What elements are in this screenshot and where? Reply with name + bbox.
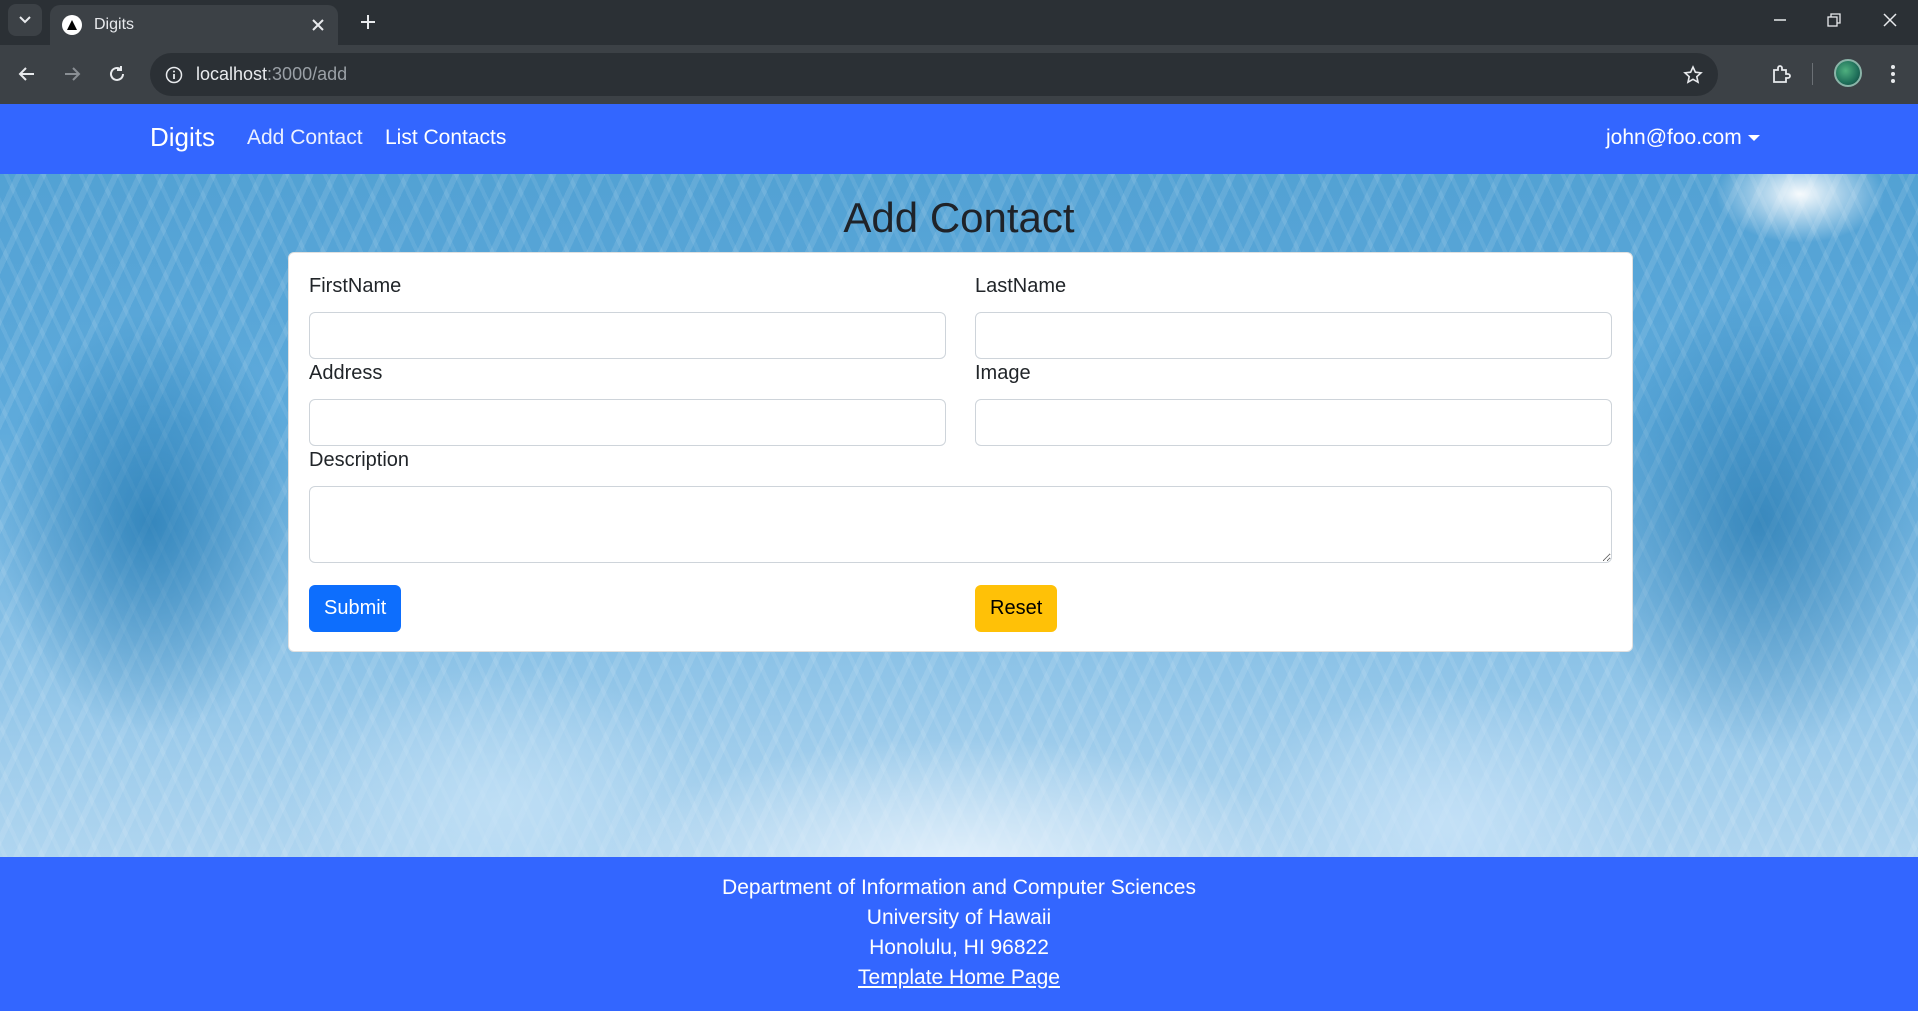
bookmark-star-icon[interactable] — [1678, 60, 1708, 90]
template-home-link[interactable]: Template Home Page — [858, 966, 1060, 989]
nav-add-contact[interactable]: Add Contact — [247, 126, 363, 150]
add-contact-form: FirstName LastName Address Image Descrip… — [288, 252, 1633, 652]
restore-icon — [1827, 13, 1841, 27]
chevron-down-icon — [19, 16, 31, 24]
reset-button[interactable]: Reset — [975, 585, 1058, 632]
close-icon — [1883, 13, 1897, 27]
address-input[interactable] — [309, 399, 946, 446]
footer-university: University of Hawaii — [866, 906, 1052, 929]
description-textarea[interactable] — [309, 486, 1612, 563]
user-dropdown[interactable]: john@foo.com — [1606, 126, 1760, 150]
url-path: :3000/add — [267, 64, 348, 84]
reload-icon — [110, 66, 124, 81]
back-button[interactable] — [9, 56, 45, 92]
description-label: Description — [309, 449, 410, 471]
page-title: Add Contact — [843, 194, 1075, 241]
toolbar-divider — [1812, 63, 1813, 85]
image-input[interactable] — [975, 399, 1612, 446]
browser-tab[interactable]: Digits — [50, 5, 338, 45]
minimize-icon — [1774, 19, 1786, 21]
footer-link-row: Template Home Page — [0, 966, 1918, 990]
browser-toolbar: localhost:3000/add — [0, 45, 1918, 104]
tab-title: Digits — [94, 16, 135, 33]
first-name-label: FirstName — [309, 275, 402, 297]
kebab-menu-icon — [1891, 65, 1895, 83]
minimize-button[interactable] — [1752, 0, 1808, 40]
close-tab-icon[interactable] — [304, 11, 332, 39]
address-bar[interactable]: localhost:3000/add — [150, 53, 1718, 96]
forward-arrow-icon — [65, 67, 81, 81]
url-host: localhost — [196, 64, 268, 84]
restore-button[interactable] — [1806, 0, 1862, 40]
last-name-input[interactable] — [975, 312, 1612, 359]
footer-department: Department of Information and Computer S… — [722, 876, 1196, 899]
extensions-button[interactable] — [1764, 57, 1798, 91]
user-email: john@foo.com — [1606, 126, 1742, 149]
plus-icon — [361, 15, 375, 29]
site-footer: Department of Information and Computer S… — [0, 857, 1918, 1011]
caret-down-icon — [1747, 135, 1760, 141]
forward-button[interactable] — [54, 56, 90, 92]
address-label: Address — [309, 362, 383, 384]
site-navbar: Digits Add Contact List Contacts john@fo… — [0, 104, 1918, 174]
reload-button[interactable] — [99, 56, 135, 92]
triangle-favicon-icon — [62, 15, 82, 35]
site-info-icon[interactable] — [160, 61, 188, 89]
back-arrow-icon — [18, 67, 34, 81]
puzzle-icon — [1773, 65, 1791, 83]
tab-search-button[interactable] — [8, 4, 42, 36]
image-label: Image — [975, 362, 1031, 384]
profile-avatar[interactable] — [1834, 59, 1862, 87]
browser-tab-strip: Digits — [0, 0, 1918, 45]
page-viewport: Digits Add Contact List Contacts john@fo… — [0, 104, 1918, 1011]
close-window-button[interactable] — [1862, 0, 1918, 40]
submit-button[interactable]: Submit — [309, 585, 402, 632]
url-text: localhost:3000/add — [196, 64, 347, 85]
first-name-input[interactable] — [309, 312, 946, 359]
nav-list-contacts[interactable]: List Contacts — [385, 126, 506, 150]
footer-address: Honolulu, HI 96822 — [869, 936, 1049, 959]
brand-link[interactable]: Digits — [150, 122, 215, 153]
browser-menu-button[interactable] — [1876, 57, 1910, 91]
new-tab-button[interactable] — [352, 6, 384, 38]
last-name-label: LastName — [975, 275, 1067, 297]
